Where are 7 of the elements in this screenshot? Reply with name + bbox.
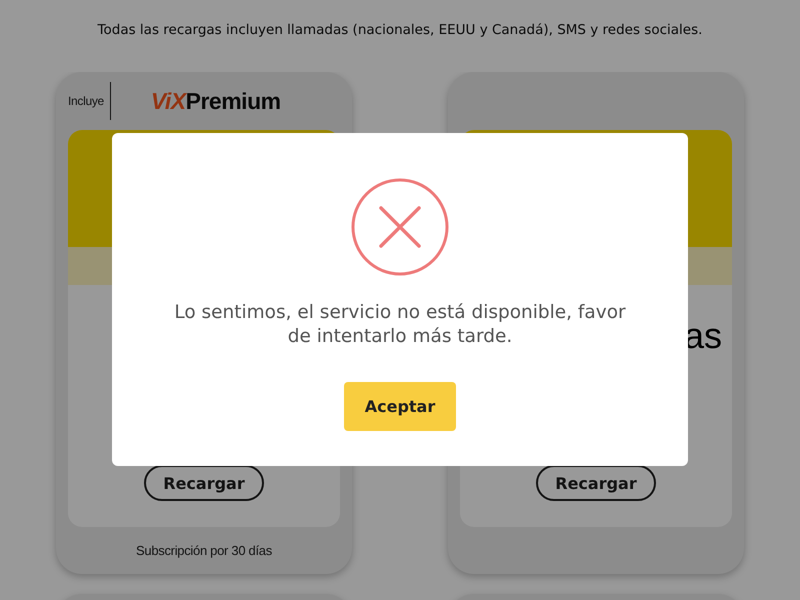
includes-label: Incluye xyxy=(68,94,104,108)
dialog-message: Lo sentimos, el servicio no está disponible, favor de intentarlo más tarde. xyxy=(173,301,627,349)
accept-button[interactable]: Aceptar xyxy=(344,382,456,431)
error-icon xyxy=(351,178,449,276)
subscription-text: Subscripción por 30 días xyxy=(136,543,272,558)
notice-text: Todas las recargas incluyen llamadas (nacionales, EEUU y Canadá), SMS y redes sociales. xyxy=(98,21,702,40)
brand-logo: ViXPremium xyxy=(150,88,281,114)
